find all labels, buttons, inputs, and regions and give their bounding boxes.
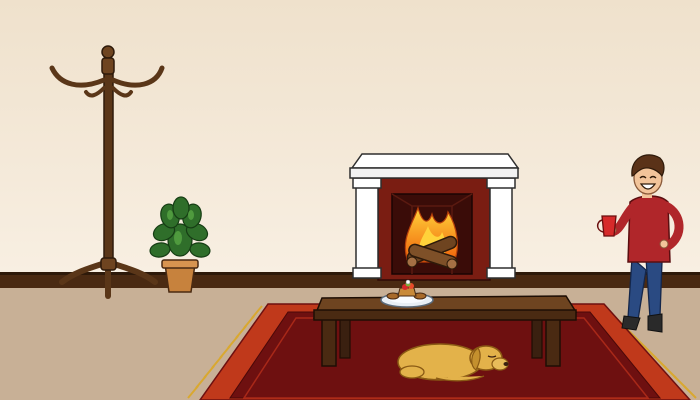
room-scene <box>0 0 700 400</box>
